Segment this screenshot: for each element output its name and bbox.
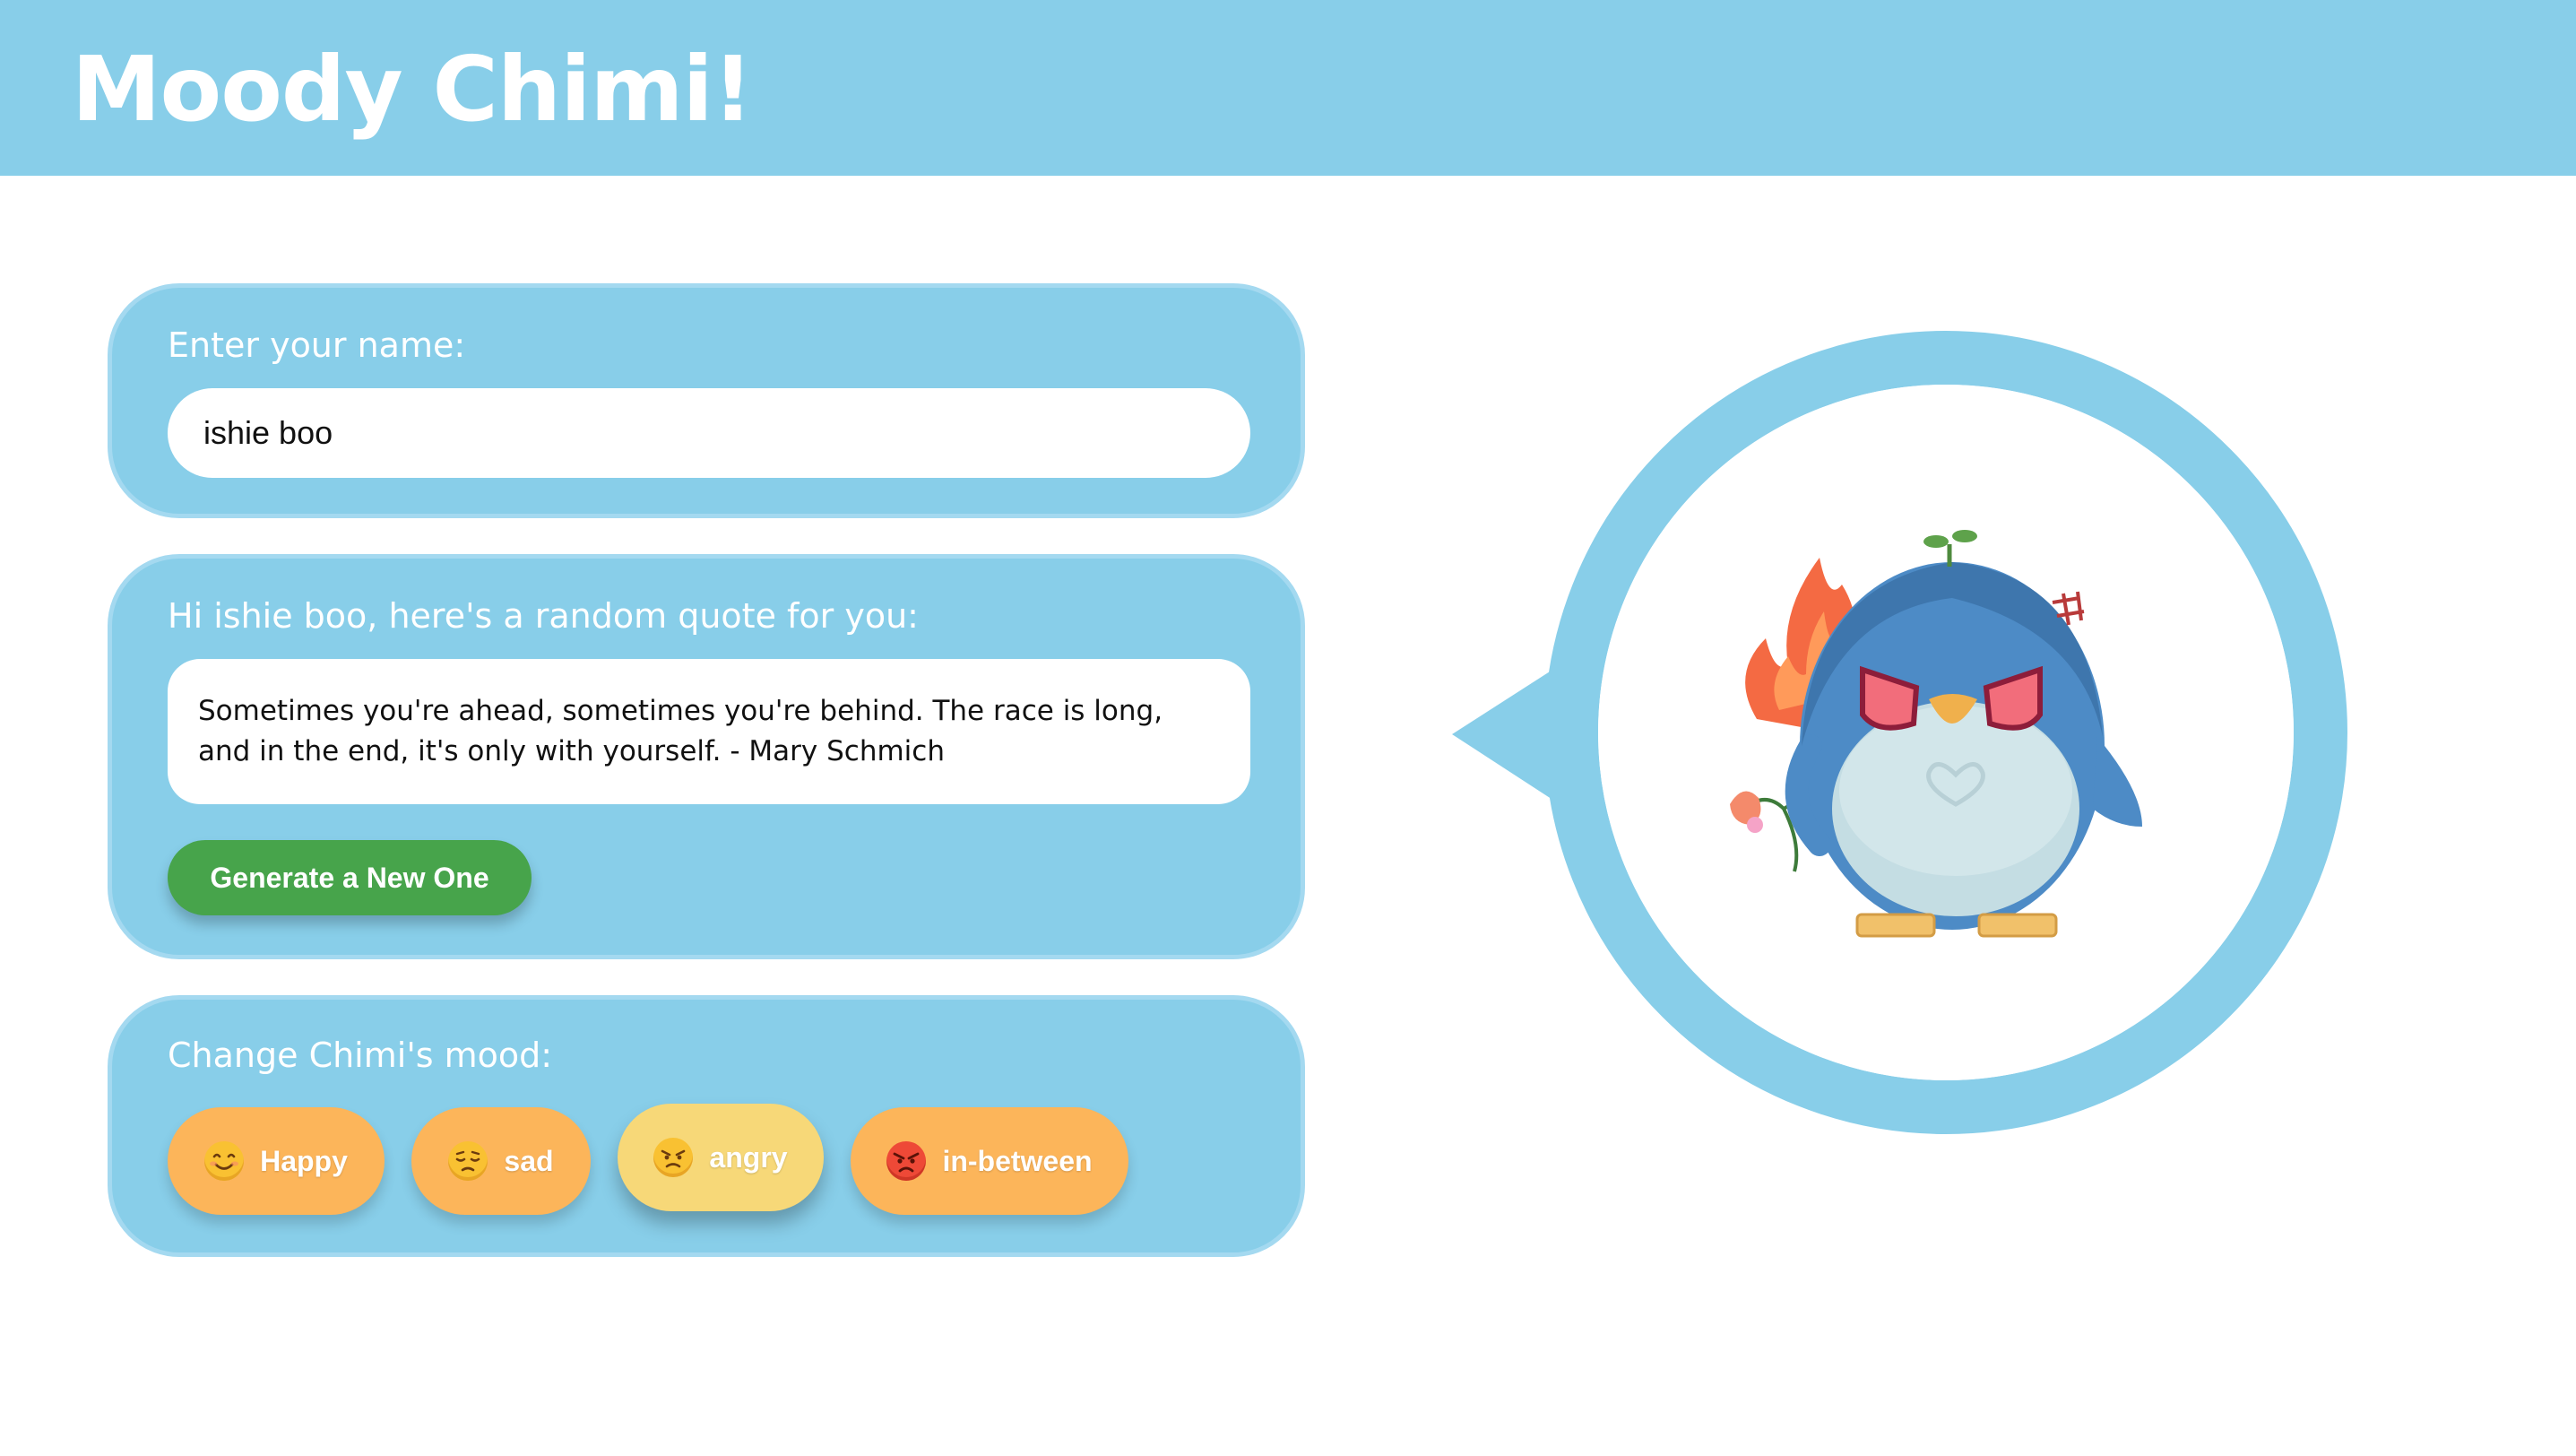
app-title: Moody Chimi! xyxy=(72,37,753,142)
angry-penguin-icon xyxy=(1730,530,2142,938)
name-label: Enter your name: xyxy=(168,325,466,365)
mood-angry-button[interactable]: angry xyxy=(618,1104,824,1211)
mood-card: Change Chimi's mood: Happy sad angry in-… xyxy=(108,995,1305,1257)
quote-card: Hi ishie boo, here's a random quote for … xyxy=(108,554,1305,959)
name-card: Enter your name: xyxy=(108,283,1305,518)
chimi-speech-bubble xyxy=(1452,316,2375,1140)
name-input[interactable] xyxy=(168,388,1250,478)
mood-label: Change Chimi's mood: xyxy=(168,1036,553,1075)
unamused-face-icon xyxy=(653,1138,694,1177)
pouting-face-icon xyxy=(886,1141,927,1181)
mood-in-between-label: in-between xyxy=(942,1144,1093,1177)
mood-sad-label: sad xyxy=(504,1144,554,1177)
smiling-face-icon xyxy=(204,1141,245,1181)
pensive-face-icon xyxy=(448,1141,488,1181)
quote-greeting: Hi ishie boo, here's a random quote for … xyxy=(168,596,919,636)
mood-in-between-button[interactable]: in-between xyxy=(851,1107,1128,1215)
generate-new-quote-button[interactable]: Generate a New One xyxy=(168,840,532,915)
mood-sad-button[interactable]: sad xyxy=(411,1107,591,1215)
mood-happy-button[interactable]: Happy xyxy=(168,1107,385,1215)
mood-happy-label: Happy xyxy=(260,1144,348,1177)
quote-text: Sometimes you're ahead, sometimes you're… xyxy=(168,659,1250,804)
mood-angry-label: angry xyxy=(709,1140,788,1174)
app-header: Moody Chimi! xyxy=(0,0,2576,176)
